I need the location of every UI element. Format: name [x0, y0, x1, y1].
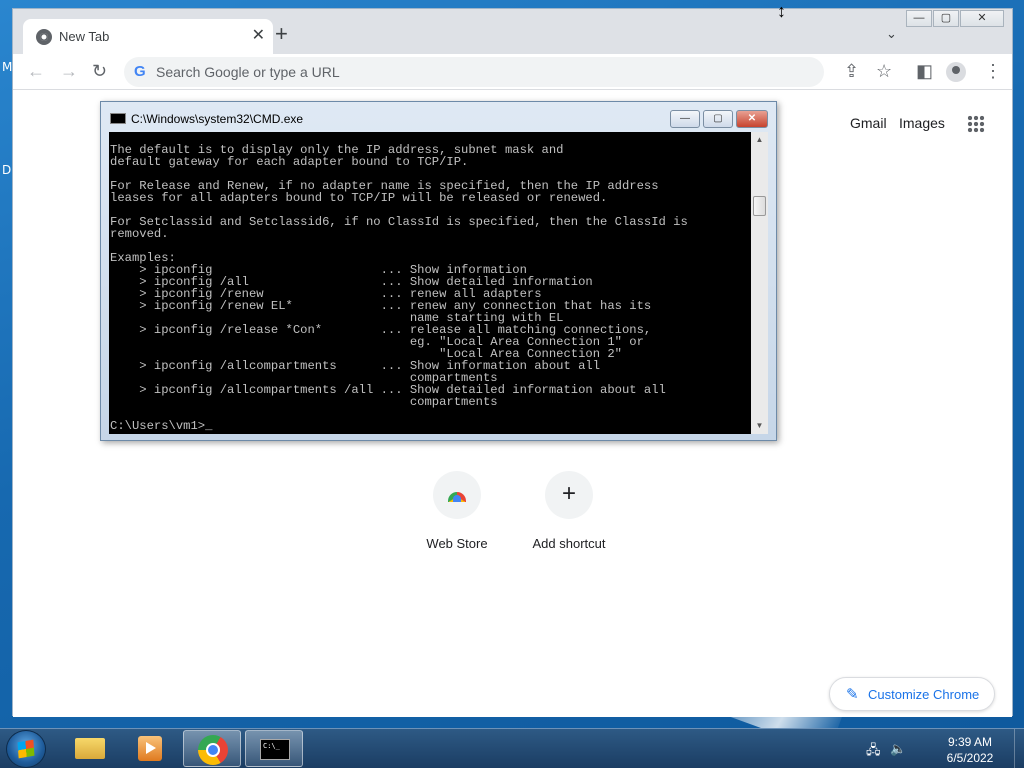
volume-icon[interactable]: 🔈	[890, 741, 906, 757]
reload-icon[interactable]: ↻	[92, 60, 107, 82]
tab-strip: New Tab ✕ + ⌄ — ▢ ✕	[13, 9, 1012, 54]
shortcut-web-store[interactable]: Web Store	[407, 471, 507, 551]
forward-icon[interactable]: →	[60, 60, 78, 82]
desktop-icon-label-d[interactable]: D	[2, 163, 11, 177]
share-icon[interactable]: ⇪	[844, 60, 859, 82]
pencil-icon: ✎	[846, 686, 859, 703]
tab-search-chevron-icon[interactable]: ⌄	[886, 26, 897, 42]
scroll-down-icon[interactable]: ▼	[751, 418, 768, 434]
tab-title: New Tab	[59, 29, 110, 44]
customize-chrome-label: Customize Chrome	[868, 687, 980, 702]
clock-date: 6/5/2022	[946, 751, 994, 765]
minimize-button[interactable]: —	[906, 10, 932, 27]
shortcut-label: Add shortcut	[532, 536, 606, 551]
cmd-console[interactable]: The default is to display only the IP ad…	[109, 132, 751, 434]
taskbar: 🖧 🔈 9:39 AM 6/5/2022	[0, 728, 1024, 768]
plus-icon: +	[561, 480, 576, 507]
system-clock[interactable]: 9:39 AM 6/5/2022	[930, 734, 1010, 766]
chrome-icon	[198, 735, 228, 765]
web-store-tile	[433, 471, 481, 519]
cmd-output: The default is to display only the IP ad…	[110, 143, 688, 433]
back-icon[interactable]: ←	[27, 60, 45, 82]
scroll-up-icon[interactable]: ▲	[751, 132, 768, 148]
google-icon: G	[134, 63, 146, 80]
web-store-icon	[448, 492, 466, 502]
chrome-favicon-icon	[36, 29, 52, 45]
taskbar-cmd[interactable]	[245, 730, 303, 767]
tab-new-tab[interactable]: New Tab ✕	[23, 19, 273, 54]
media-player-icon	[138, 736, 162, 761]
cmd-taskbar-icon	[260, 739, 290, 760]
new-tab-icon[interactable]: +	[275, 23, 288, 45]
images-link[interactable]: Images	[899, 115, 945, 131]
window-controls: — ▢ ✕	[905, 10, 1004, 27]
close-button[interactable]: ✕	[960, 10, 1004, 27]
omnibox-placeholder: Search Google or type a URL	[156, 64, 340, 80]
menu-kebab-icon[interactable]: ⋮	[984, 60, 1002, 82]
show-desktop-button[interactable]	[1014, 729, 1024, 768]
gmail-link[interactable]: Gmail	[850, 115, 887, 131]
maximize-button[interactable]: ▢	[933, 10, 959, 27]
taskbar-media-player[interactable]	[120, 730, 178, 767]
cmd-scrollbar[interactable]: ▲ ▼	[751, 132, 768, 434]
google-apps-icon[interactable]	[967, 115, 985, 133]
scroll-thumb[interactable]	[753, 196, 766, 216]
cmd-window-controls: — ▢ ✕	[670, 110, 771, 128]
side-panel-icon[interactable]: ◧	[916, 60, 933, 82]
clock-time: 9:39 AM	[947, 735, 993, 749]
shortcut-label: Web Store	[426, 536, 488, 551]
taskbar-file-explorer[interactable]	[60, 730, 118, 767]
folder-icon	[75, 738, 105, 759]
profile-avatar-icon[interactable]	[946, 62, 966, 82]
add-shortcut-tile: +	[545, 471, 593, 519]
cmd-minimize-button[interactable]: —	[670, 110, 700, 128]
browser-toolbar: ← → ↻ G Search Google or type a URL ⇪ ☆ …	[13, 54, 1012, 90]
start-button[interactable]	[6, 730, 46, 768]
shortcut-add[interactable]: + Add shortcut	[519, 471, 619, 551]
tab-close-icon[interactable]: ✕	[252, 26, 265, 46]
bookmark-star-icon[interactable]: ☆	[876, 60, 892, 82]
cmd-icon	[110, 113, 126, 124]
network-icon[interactable]: 🖧	[866, 741, 881, 763]
cmd-maximize-button[interactable]: ▢	[703, 110, 733, 128]
cmd-close-button[interactable]: ✕	[736, 110, 768, 128]
resize-cursor-icon: ↕	[777, 1, 786, 21]
customize-chrome-button[interactable]: ✎ Customize Chrome	[829, 677, 995, 711]
desktop-icon-label-m[interactable]: M	[2, 60, 12, 74]
omnibox[interactable]: G Search Google or type a URL	[124, 57, 824, 87]
cmd-title: C:\Windows\system32\CMD.exe	[131, 112, 304, 126]
taskbar-chrome[interactable]	[183, 730, 241, 767]
cmd-window[interactable]: C:\Windows\system32\CMD.exe — ▢ ✕ The de…	[100, 101, 777, 441]
